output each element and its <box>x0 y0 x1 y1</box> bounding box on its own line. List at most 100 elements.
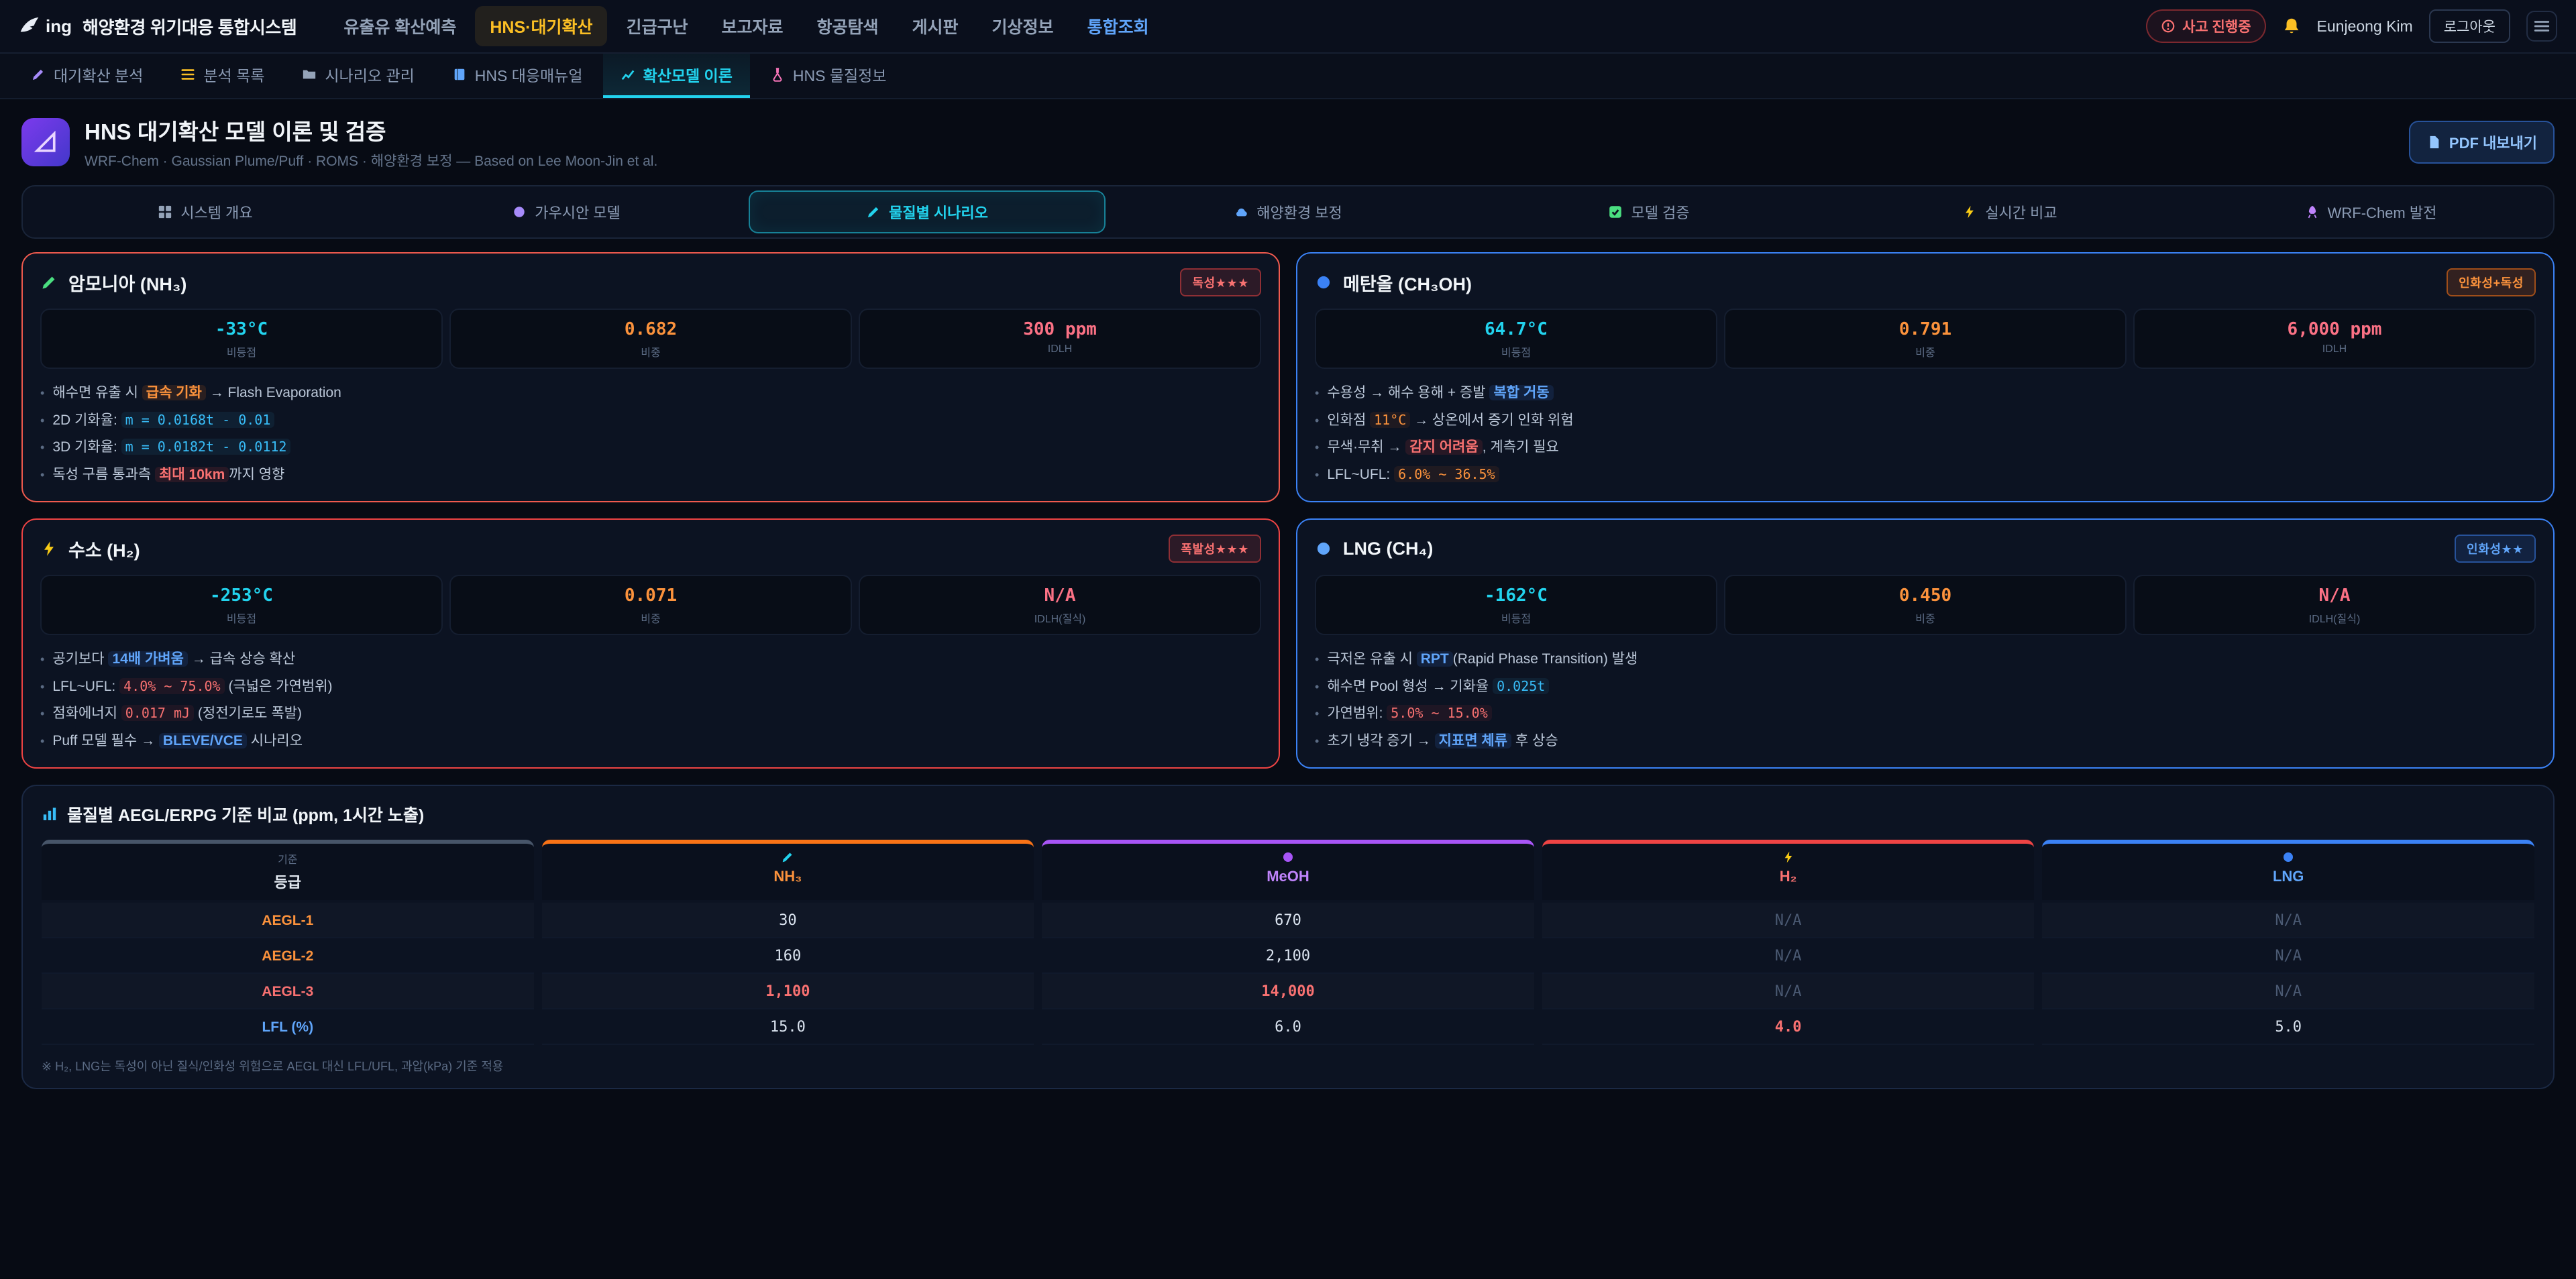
notifications-bell-icon[interactable] <box>2282 17 2301 36</box>
view-tab-bar: 시스템 개요 가우시안 모델 물질별 시나리오 해양환경 보정 모델 검증 실시간 비교W… <box>21 185 2555 239</box>
pdf-export-label: PDF 내보내기 <box>2449 131 2537 153</box>
stat-value: -33°C <box>47 319 436 339</box>
view-tab-label: 해양환경 보정 <box>1256 201 1342 223</box>
substance-card-meoh: 메탄올 (CH₃OH)인화성+독성64.7°C비등점0.791비중6,000 p… <box>1296 252 2555 502</box>
stat-value: N/A <box>2140 586 2529 606</box>
nav-item-integrated-search[interactable]: 통합조회 <box>1073 6 1164 46</box>
bullet-text: 해수면 유출 시 급속 기화 → Flash Evaporation <box>52 382 341 404</box>
nav-item-emergency-rescue[interactable]: 긴급구난 <box>611 6 702 46</box>
document-icon <box>2426 135 2441 150</box>
stat-sg: 0.791비중 <box>1724 309 2127 369</box>
table-cell: N/A <box>2042 938 2534 974</box>
stats-row: -33°C비등점0.682비중300 ppmIDLH <box>40 309 1261 369</box>
cell-value: 2,100 <box>1266 948 1310 964</box>
bullet-marker-icon: • <box>1315 732 1319 750</box>
stat-value: N/A <box>865 586 1254 606</box>
bullet-marker-icon: • <box>1315 384 1319 402</box>
nav-item-bulletin-board[interactable]: 게시판 <box>898 6 973 46</box>
substance-cards-grid: 암모니아 (NH₃)독성★★★-33°C비등점0.682비중300 ppmIDL… <box>21 252 2555 769</box>
app-logo[interactable]: ing 해양환경 위기대응 통합시스템 <box>19 14 297 39</box>
bullet-marker-icon: • <box>40 678 44 696</box>
row-label: AEGL-1 <box>42 903 534 938</box>
view-tab-label: 모델 검증 <box>1631 201 1689 223</box>
bullet-marker-icon: • <box>1315 439 1319 457</box>
logout-button[interactable]: 로그아웃 <box>2429 9 2510 43</box>
stats-row: -253°C비등점0.071비중N/AIDLH(질식) <box>40 575 1261 635</box>
stat-label: 비중 <box>456 610 845 626</box>
nav-item-report-data[interactable]: 보고자료 <box>707 6 798 46</box>
subnav-item-hns-substance-info[interactable]: HNS 물질정보 <box>753 54 904 98</box>
bullet-item: • 초기 냉각 증기 → 지표면 체류 후 상승 <box>1315 730 2536 752</box>
stat-label: 비중 <box>456 343 845 359</box>
menu-icon[interactable] <box>2526 11 2557 42</box>
view-tab-gaussian-model[interactable]: 가우시안 모델 <box>388 190 745 233</box>
cell-value: N/A <box>2275 912 2302 929</box>
bullet-item: •3D 기화율: m = 0.0182t - 0.0112 <box>40 437 1261 458</box>
lightning-icon <box>40 540 58 557</box>
bullet-item: •점화에너지 0.017 mJ (정전기로도 폭발) <box>40 703 1261 724</box>
row-label: AEGL-2 <box>42 938 534 974</box>
ruler-icon <box>21 118 70 166</box>
subnav-item-analysis-list[interactable]: 분석 목록 <box>163 54 282 98</box>
subnav-item-scenario-management[interactable]: 시나리오 관리 <box>284 54 431 98</box>
incident-status-badge[interactable]: 사고 진행중 <box>2146 9 2265 43</box>
bullet-item: • Puff 모델 필수 → BLEVE/VCE 시나리오 <box>40 730 1261 752</box>
card-header-nh3: 암모니아 (NH₃)독성★★★ <box>40 268 1261 296</box>
view-tab-realtime-comparison[interactable]: 실시간 비교 <box>1831 190 2188 233</box>
view-tab-label: 시스템 개요 <box>180 201 252 223</box>
table-cell: 6.0 <box>1042 1009 1534 1045</box>
view-tab-label: 물질별 시나리오 <box>889 201 988 223</box>
view-tab-system-overview[interactable]: 시스템 개요 <box>27 190 384 233</box>
aegl-comparison-table: 물질별 AEGL/ERPG 기준 비교 (ppm, 1시간 노출) 기준등급NH… <box>21 785 2555 1089</box>
bullet-text: 초기 냉각 증기 → 지표면 체류 후 상승 <box>1327 730 1558 752</box>
stat-idlh: 6,000 ppm IDLH <box>2133 309 2536 369</box>
hazard-badge: 독성★★★ <box>1180 268 1261 296</box>
stat-label: IDLH <box>2140 343 2529 355</box>
subnav-item-hns-response-manual[interactable]: HNS 대응매뉴얼 <box>435 54 600 98</box>
table-cell: 15.0 <box>542 1009 1034 1045</box>
cell-value: N/A <box>1775 912 1802 929</box>
nav-item-hns-air-diffusion[interactable]: HNS·대기확산 <box>475 6 607 46</box>
stat-label: IDLH <box>865 343 1254 355</box>
subnav-item-air-diffusion-analysis[interactable]: 대기확산 분석 <box>13 54 160 98</box>
table-cell: N/A <box>2042 903 2534 938</box>
topnav-right: 사고 진행중 Eunjeong Kim 로그아웃 <box>2146 9 2557 43</box>
col-label: 등급 <box>274 871 301 892</box>
cell-value: 5.0 <box>2275 1019 2302 1036</box>
bullet-marker-icon: • <box>40 732 44 750</box>
brand-suffix: ing <box>46 16 72 37</box>
view-tab-wrf-chem-evolution[interactable]: WRF-Chem 발전 <box>2192 190 2549 233</box>
cell-value: 15.0 <box>770 1019 806 1036</box>
stats-row: 64.7°C비등점0.791비중 6,000 ppm IDLH <box>1315 309 2536 369</box>
cell-value: 30 <box>779 912 797 929</box>
pdf-export-button[interactable]: PDF 내보내기 <box>2409 121 2555 164</box>
subnav-item-label: HNS 대응매뉴얼 <box>475 63 583 86</box>
stat-value: 300 ppm <box>865 319 1254 339</box>
cell-value: 14,000 <box>1261 983 1314 1000</box>
stat-value: -253°C <box>47 586 436 606</box>
view-tab-substance-scenarios[interactable]: 물질별 시나리오 <box>749 190 1106 233</box>
bullet-item: •해수면 Pool 형성 → 기화율 0.025t <box>1315 676 2536 698</box>
lightning-icon <box>1962 205 1977 219</box>
subnav-item-diffusion-model-theory[interactable]: 확산모델 이론 <box>603 54 750 98</box>
bullet-list: •공기보다 14배 가벼움 → 급속 상승 확산•LFL~UFL: 4.0% ~… <box>40 649 1261 751</box>
bullet-text: Puff 모델 필수 → BLEVE/VCE 시나리오 <box>52 730 303 752</box>
dot-icon <box>1281 850 1295 864</box>
table-title-row: 물질별 AEGL/ERPG 기준 비교 (ppm, 1시간 노출) <box>42 802 2534 826</box>
pencil-icon <box>40 274 58 291</box>
bullet-list: •극저온 유출 시 RPT(Rapid Phase Transition) 발생… <box>1315 649 2536 751</box>
view-tab-marine-correction[interactable]: 해양환경 보정 <box>1110 190 1466 233</box>
bar-chart-icon <box>42 806 58 822</box>
stat-idlh: N/AIDLH(질식) <box>859 575 1261 635</box>
nav-item-oil-diffusion[interactable]: 유출유 확산예측 <box>329 6 471 46</box>
row-label: LFL (%) <box>42 1009 534 1045</box>
stat-value: 6,000 ppm <box>2140 319 2529 339</box>
nav-item-aerial-search[interactable]: 항공탐색 <box>802 6 894 46</box>
view-tab-model-validation[interactable]: 모델 검증 <box>1470 190 1827 233</box>
pencil-icon <box>31 67 46 82</box>
nav-item-weather-info[interactable]: 기상정보 <box>977 6 1069 46</box>
subnav-item-label: 대기확산 분석 <box>54 63 143 86</box>
stat-value: 0.450 <box>1731 586 2120 606</box>
stat-bp: 64.7°C비등점 <box>1315 309 1717 369</box>
bullet-text: 독성 구름 통과측 최대 10km까지 영향 <box>52 464 284 486</box>
